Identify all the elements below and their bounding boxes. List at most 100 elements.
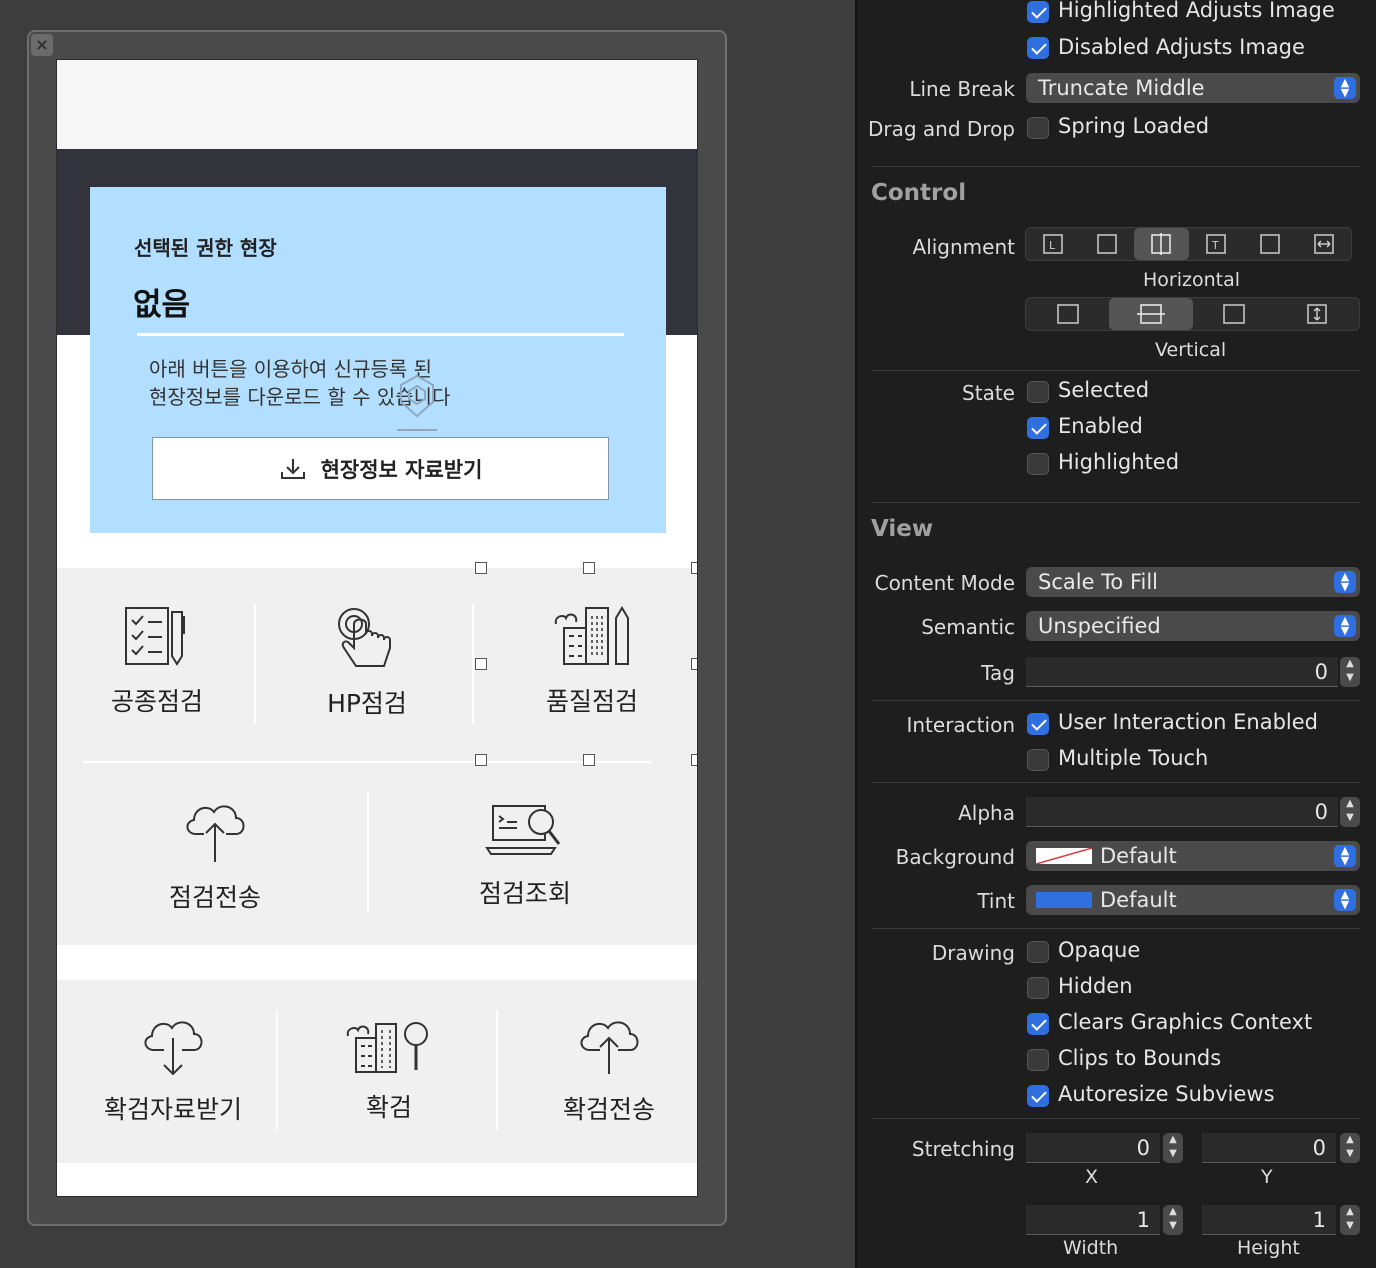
valign-fill-icon[interactable] bbox=[1276, 298, 1359, 330]
card-value: 없음 bbox=[133, 287, 191, 323]
stretching-label: Stretching bbox=[911, 1137, 1015, 1161]
line-break-label: Line Break bbox=[909, 77, 1015, 101]
alpha-stepper[interactable]: ▲ ▼ bbox=[1340, 797, 1360, 827]
download-site-info-button[interactable]: 현장정보 자료받기 bbox=[152, 437, 609, 500]
section-divider bbox=[872, 502, 1360, 503]
align-leading-icon[interactable] bbox=[1080, 228, 1134, 260]
no-color-swatch-icon bbox=[1036, 848, 1092, 864]
stretching-y-field[interactable]: 0 bbox=[1202, 1133, 1336, 1163]
chevron-updown-icon: ▲ ▼ bbox=[1334, 77, 1356, 99]
phone-screen: 선택된 권한 현장 없음 아래 버튼을 이용하여 신규등록 된 현장정보를 다운… bbox=[56, 59, 698, 1197]
state-label: State bbox=[962, 381, 1015, 405]
state-enabled-checkbox[interactable] bbox=[1027, 417, 1049, 439]
tag-stepper[interactable]: ▲ ▼ bbox=[1340, 657, 1360, 687]
x-label: X bbox=[1085, 1166, 1099, 1188]
horizontal-alignment-control[interactable]: L T bbox=[1025, 227, 1352, 261]
menu-tile-view-inspection[interactable]: 점검조회 bbox=[445, 798, 605, 910]
menu-tile-verify-download[interactable]: 확검자료받기 bbox=[93, 1018, 253, 1126]
state-highlighted-checkbox[interactable] bbox=[1027, 453, 1049, 475]
align-fill-icon[interactable] bbox=[1297, 228, 1351, 260]
highlighted-adjusts-image-checkbox[interactable] bbox=[1027, 1, 1049, 23]
selection-handle[interactable] bbox=[691, 754, 697, 766]
svg-text:L: L bbox=[1049, 239, 1056, 252]
opaque-checkbox[interactable] bbox=[1027, 941, 1049, 963]
building-search-icon bbox=[346, 1022, 428, 1073]
menu-tile-label: 점검전송 bbox=[168, 883, 261, 912]
background-select[interactable]: Default ▲ ▼ bbox=[1026, 841, 1360, 871]
checkbox-label: Highlighted Adjusts Image bbox=[1058, 0, 1335, 22]
tint-swatch-icon bbox=[1036, 892, 1092, 908]
stretching-width-field[interactable]: 1 bbox=[1026, 1205, 1160, 1235]
close-icon[interactable]: × bbox=[31, 34, 53, 56]
download-icon bbox=[280, 458, 305, 479]
vertical-alignment-control[interactable] bbox=[1025, 297, 1360, 331]
align-top-icon[interactable]: T bbox=[1189, 228, 1243, 260]
tag-field[interactable]: 0 bbox=[1026, 657, 1338, 687]
user-interaction-checkbox[interactable] bbox=[1027, 713, 1049, 735]
content-mode-value: Scale To Fill bbox=[1038, 570, 1159, 594]
section-divider bbox=[872, 782, 1360, 783]
clips-to-bounds-checkbox[interactable] bbox=[1027, 1049, 1049, 1071]
content-mode-select[interactable]: Scale To Fill ▲ ▼ bbox=[1026, 567, 1360, 597]
stretching-x-stepper[interactable]: ▲ ▼ bbox=[1163, 1133, 1183, 1163]
checkbox-label: Opaque bbox=[1058, 938, 1141, 962]
disabled-adjusts-image-checkbox[interactable] bbox=[1027, 37, 1049, 59]
multiple-touch-checkbox[interactable] bbox=[1027, 749, 1049, 771]
checkbox-label: Selected bbox=[1058, 378, 1150, 402]
selection-handle[interactable] bbox=[583, 562, 595, 574]
menu-tile-send-inspection[interactable]: 점검전송 bbox=[135, 798, 295, 914]
line-break-value: Truncate Middle bbox=[1038, 76, 1205, 100]
selection-handle[interactable] bbox=[475, 754, 487, 766]
checkbox-label: Highlighted bbox=[1058, 450, 1180, 474]
menu-tile-verify[interactable]: 확검 bbox=[309, 1020, 469, 1124]
selection-handle[interactable] bbox=[475, 658, 487, 670]
semantic-select[interactable]: Unspecified ▲ ▼ bbox=[1026, 611, 1360, 641]
section-divider bbox=[872, 700, 1360, 701]
menu-tile-work-inspection[interactable]: 공종점검 bbox=[77, 604, 237, 718]
tag-label: Tag bbox=[981, 661, 1015, 685]
selection-handle[interactable] bbox=[475, 562, 487, 574]
hidden-checkbox[interactable] bbox=[1027, 977, 1049, 999]
selection-handle[interactable] bbox=[691, 562, 697, 574]
selection-handle[interactable] bbox=[583, 754, 595, 766]
semantic-value: Unspecified bbox=[1038, 614, 1161, 638]
stretching-x-field[interactable]: 0 bbox=[1026, 1133, 1160, 1163]
spring-loaded-checkbox[interactable] bbox=[1027, 117, 1049, 139]
tint-select[interactable]: Default ▲ ▼ bbox=[1026, 885, 1360, 915]
storyboard-canvas: × 선택된 권한 현장 없음 아래 버튼을 이용하여 신규등록 된 현장정보를 … bbox=[0, 0, 855, 1268]
chevron-updown-icon: ▲ ▼ bbox=[1334, 571, 1356, 593]
clears-graphics-context-checkbox[interactable] bbox=[1027, 1013, 1049, 1035]
background-label: Background bbox=[895, 845, 1015, 869]
alignment-label: Alignment bbox=[912, 235, 1015, 259]
stretching-height-field[interactable]: 1 bbox=[1202, 1205, 1336, 1235]
menu-tile-quality-inspection[interactable]: 품질점검 bbox=[512, 604, 672, 718]
menu-tile-hp-inspection[interactable]: HP점검 bbox=[287, 604, 447, 720]
laptop-search-icon bbox=[485, 805, 561, 855]
valign-bottom-icon[interactable] bbox=[1193, 298, 1276, 330]
autoresize-subviews-checkbox[interactable] bbox=[1027, 1085, 1049, 1107]
control-section-title: Control bbox=[871, 180, 967, 206]
checkbox-label: Autoresize Subviews bbox=[1058, 1082, 1275, 1106]
state-selected-checkbox[interactable] bbox=[1027, 381, 1049, 403]
stretching-y-stepper[interactable]: ▲ ▼ bbox=[1340, 1133, 1360, 1163]
align-right-icon[interactable] bbox=[1243, 228, 1297, 260]
grid-separator bbox=[254, 604, 256, 724]
valign-top-icon[interactable] bbox=[1026, 298, 1109, 330]
align-left-icon[interactable]: L bbox=[1026, 228, 1080, 260]
svg-text:T: T bbox=[1211, 239, 1219, 252]
alpha-field[interactable]: 0 bbox=[1026, 797, 1338, 827]
menu-tile-verify-send[interactable]: 확검전송 bbox=[529, 1018, 689, 1126]
align-center-icon[interactable] bbox=[1134, 228, 1189, 260]
checklist-pencil-icon bbox=[125, 607, 185, 666]
valign-center-icon[interactable] bbox=[1109, 298, 1193, 330]
stretching-width-stepper[interactable]: ▲ ▼ bbox=[1163, 1205, 1183, 1235]
placeholder-anchor-icon bbox=[397, 374, 437, 431]
line-break-select[interactable]: Truncate Middle ▲ ▼ bbox=[1026, 73, 1360, 103]
view-section-title: View bbox=[871, 516, 934, 542]
selection-handle[interactable] bbox=[691, 658, 697, 670]
stretching-height-stepper[interactable]: ▲ ▼ bbox=[1340, 1205, 1360, 1235]
menu-tile-label: HP점검 bbox=[327, 689, 407, 718]
checkbox-label: Enabled bbox=[1058, 414, 1143, 438]
checkbox-label: Spring Loaded bbox=[1058, 114, 1210, 138]
grid-separator bbox=[472, 604, 474, 724]
